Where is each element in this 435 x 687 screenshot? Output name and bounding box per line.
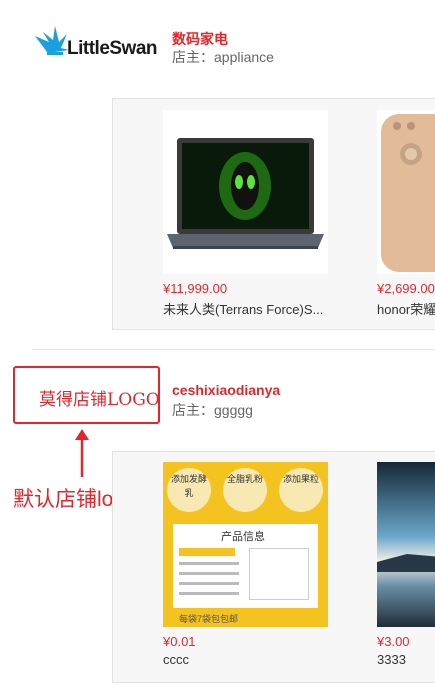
product-price: ¥11,999.00 <box>163 281 228 296</box>
product-name[interactable]: honor荣耀 <box>377 299 435 318</box>
store-name[interactable]: ceshixiaodianya <box>172 382 280 398</box>
landscape-icon <box>377 462 435 627</box>
store-owner: 店主：appliance <box>172 49 274 65</box>
store-logo-text: LittleSwan <box>67 38 158 59</box>
milk-info-title: 产品信息 <box>221 531 265 543</box>
product-image-milk[interactable]: 添加发酵乳 全脂乳粉 添加果粒 产品信息 每袋7袋包包邮 <box>163 462 328 627</box>
product-name[interactable]: 未来人类(Terrans Force)S... <box>163 299 333 318</box>
product-panel: 添加发酵乳 全脂乳粉 添加果粒 产品信息 每袋7袋包包邮 ¥0.01 cccc <box>112 451 435 683</box>
laptop-icon <box>163 110 328 274</box>
product-price: ¥3.00 <box>377 634 410 649</box>
product-price: ¥0.01 <box>163 634 196 649</box>
product-image-landscape[interactable] <box>377 462 435 627</box>
store-logo-littleswan[interactable]: LittleSwan <box>33 22 163 64</box>
arrow-up-icon <box>75 429 89 477</box>
product-image-laptop[interactable] <box>163 110 328 274</box>
store-name[interactable]: 数码家电 <box>172 29 228 49</box>
store-logo-default[interactable]: 莫得店铺LOGO <box>13 366 160 424</box>
product-image-phone[interactable] <box>377 110 435 274</box>
default-logo-text: 莫得店铺LOGO <box>39 390 160 410</box>
milk-footer: 每袋7袋包包邮 <box>179 614 239 624</box>
milk-info-card: 产品信息 <box>173 524 318 608</box>
store-owner: 店主：ggggg <box>172 402 253 418</box>
milk-badge: 全脂乳粉 <box>223 468 267 512</box>
product-panel: ¥11,999.00 未来人类(Terrans Force)S... ¥2,69… <box>112 98 435 330</box>
milk-badge: 添加发酵乳 <box>167 468 211 512</box>
store-divider <box>32 349 435 350</box>
milk-badge: 添加果粒 <box>279 468 323 512</box>
product-price: ¥2,699.00 <box>377 281 435 296</box>
phone-icon <box>377 110 435 274</box>
product-name[interactable]: cccc <box>163 652 333 667</box>
product-name[interactable]: 3333 <box>377 652 435 667</box>
